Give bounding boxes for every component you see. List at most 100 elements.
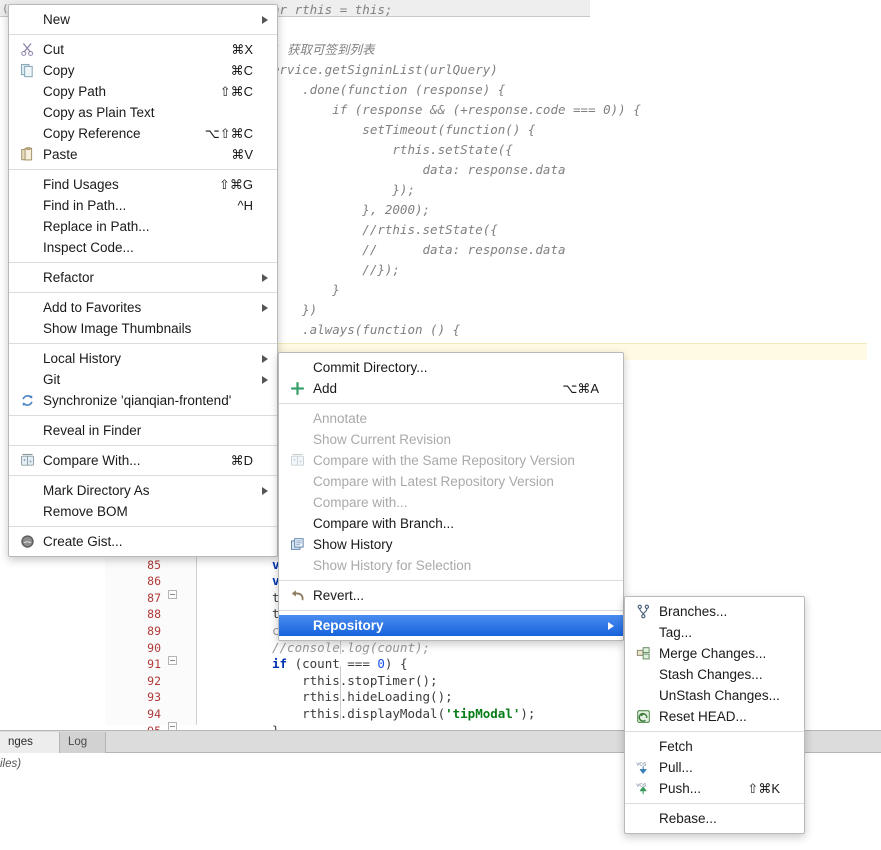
git-menu-item-show-history-for-selection: Show History for Selection (279, 555, 623, 576)
context-menu-item-label: Mark Directory As (43, 483, 150, 498)
git-menu-item-compare-with-branch[interactable]: Compare with Branch... (279, 513, 623, 534)
context-menu-item-shortcut: ⌘D (230, 453, 253, 468)
context-menu-item-label: Show Image Thumbnails (43, 321, 192, 336)
context-menu-item-label: Find Usages (43, 177, 119, 192)
git-menu-item-commit-directory[interactable]: Commit Directory... (279, 357, 623, 378)
git-menu-item-label: Compare with Latest Repository Version (313, 474, 554, 489)
git-menu-item-show-history[interactable]: Show History (279, 534, 623, 555)
git-submenu[interactable]: Commit Directory... Add ⌥⌘A Annotate Show Cu… (278, 352, 624, 641)
context-menu-item-paste[interactable]: Paste ⌘V (9, 144, 277, 165)
tool-window-tab-log[interactable]: Log (60, 732, 106, 753)
fold-toggle-icon[interactable] (168, 656, 177, 665)
paste-icon (19, 147, 35, 163)
context-menu-item-replace-in-path[interactable]: Replace in Path... (9, 216, 277, 237)
context-menu-item-label: Find in Path... (43, 198, 127, 213)
sync-icon (19, 393, 35, 409)
context-menu-item-add-to-favorites[interactable]: Add to Favorites (9, 297, 277, 318)
context-menu-item-create-gist[interactable]: Create Gist... (9, 531, 277, 552)
context-menu-item-label: Cut (43, 42, 65, 57)
git-menu-item-label: Show History for Selection (313, 558, 472, 573)
repository-menu-item-label: Tag... (659, 625, 693, 640)
repository-menu-item-push[interactable]: VCS Push... ⇧⌘K (625, 778, 804, 799)
context-menu-item-label: Reveal in Finder (43, 423, 142, 438)
git-menu-item-label: Compare with... (313, 495, 408, 510)
repository-menu-item-unstash-changes[interactable]: UnStash Changes... (625, 685, 804, 706)
line-number: 93 (147, 690, 161, 705)
repository-menu-item-merge-changes[interactable]: Merge Changes... (625, 643, 804, 664)
git-menu-item-label: Add (313, 381, 338, 396)
context-menu-item-show-image-thumbnails[interactable]: Show Image Thumbnails (9, 318, 277, 339)
context-menu-item-shortcut: ⌥⇧⌘C (204, 126, 253, 141)
repository-menu-item-label: Pull... (659, 760, 693, 775)
context-menu-item-remove-bom[interactable]: Remove BOM (9, 501, 277, 522)
repository-menu-item-fetch[interactable]: Fetch (625, 736, 804, 757)
context-menu-item-refactor[interactable]: Refactor (9, 267, 277, 288)
compare-icon (19, 453, 35, 469)
repository-menu-item-reset-head[interactable]: Reset HEAD... (625, 706, 804, 727)
line-number: 85 (147, 557, 161, 572)
git-menu-item-add[interactable]: Add ⌥⌘A (279, 378, 623, 399)
line-number-column: 84858687888990919293949596 (105, 540, 161, 756)
context-menu-item-find-in-path[interactable]: Find in Path... ^H (9, 195, 277, 216)
tool-window-status-text: iles) (0, 758, 22, 770)
git-menu-item-revert[interactable]: Revert... (279, 585, 623, 606)
git-menu-item-label: Repository (313, 618, 384, 633)
context-menu-item-mark-directory-as[interactable]: Mark Directory As (9, 480, 277, 501)
context-menu-item-git[interactable]: Git (9, 369, 277, 390)
context-menu-item-local-history[interactable]: Local History (9, 348, 277, 369)
git-menu-item-compare-with: Compare with... (279, 492, 623, 513)
repository-menu-item-rebase[interactable]: Rebase... (625, 808, 804, 829)
context-menu-separator (9, 415, 277, 416)
repository-menu-item-label: Stash Changes... (659, 667, 763, 682)
context-menu-item-label: Synchronize 'qianqian-frontend' (43, 393, 232, 408)
repository-menu-item-tag[interactable]: Tag... (625, 622, 804, 643)
fold-toggle-icon[interactable] (168, 590, 177, 599)
git-menu-item-repository[interactable]: Repository (279, 615, 623, 636)
context-menu-item-copy[interactable]: Copy ⌘C (9, 60, 277, 81)
context-menu-item-label: New (43, 12, 71, 27)
context-menu-separator (9, 475, 277, 476)
context-menu-item-compare-with[interactable]: Compare With... ⌘D (9, 450, 277, 471)
chevron-right-icon (262, 15, 268, 24)
git-menu-item-label: Compare with Branch... (313, 516, 455, 531)
context-menu[interactable]: New Cut ⌘X Copy ⌘C Copy Path ⇧⌘C Copy as Plain … (8, 4, 278, 557)
line-number: 90 (147, 640, 161, 655)
context-menu-item-synchronize-qianqian-frontend[interactable]: Synchronize 'qianqian-frontend' (9, 390, 277, 411)
git-menu-item-label: Show Current Revision (313, 432, 452, 447)
merge-icon (635, 646, 651, 662)
repository-menu-item-label: Merge Changes... (659, 646, 767, 661)
plus-icon (289, 381, 305, 397)
context-menu-item-find-usages[interactable]: Find Usages ⇧⌘G (9, 174, 277, 195)
context-menu-item-label: Create Gist... (43, 534, 123, 549)
repository-menu-separator (625, 731, 804, 732)
context-menu-item-inspect-code[interactable]: Inspect Code... (9, 237, 277, 258)
context-menu-item-copy-as-plain-text[interactable]: Copy as Plain Text (9, 102, 277, 123)
caret-line-edge (197, 343, 881, 344)
git-menu-item-shortcut: ⌥⌘A (562, 381, 599, 396)
context-menu-item-label: Inspect Code... (43, 240, 134, 255)
context-menu-separator (9, 343, 277, 344)
context-menu-item-label: Copy Path (43, 84, 107, 99)
repository-menu-item-label: Branches... (659, 604, 728, 619)
context-menu-item-shortcut: ⌘V (231, 147, 253, 162)
git-menu-item-compare-with-the-same-repository-version: Compare with the Same Repository Version (279, 450, 623, 471)
context-menu-item-label: Refactor (43, 270, 95, 285)
context-menu-item-label: Git (43, 372, 61, 387)
context-menu-item-cut[interactable]: Cut ⌘X (9, 39, 277, 60)
repository-menu-item-branches[interactable]: Branches... (625, 601, 804, 622)
line-number: 92 (147, 673, 161, 688)
tool-window-tab-nges[interactable]: nges (0, 732, 60, 753)
repository-submenu[interactable]: Branches... Tag... Merge Changes... Stash C… (624, 596, 805, 834)
vertical-scrollbar[interactable] (867, 17, 881, 729)
line-number: 86 (147, 574, 161, 589)
chevron-right-icon (262, 354, 268, 363)
repository-menu-item-stash-changes[interactable]: Stash Changes... (625, 664, 804, 685)
context-menu-item-reveal-in-finder[interactable]: Reveal in Finder (9, 420, 277, 441)
line-number: 89 (147, 623, 161, 638)
git-menu-separator (279, 610, 623, 611)
context-menu-item-copy-path[interactable]: Copy Path ⇧⌘C (9, 81, 277, 102)
context-menu-item-copy-reference[interactable]: Copy Reference ⌥⇧⌘C (9, 123, 277, 144)
context-menu-item-label: Compare With... (43, 453, 141, 468)
repository-menu-item-pull[interactable]: VCS Pull... (625, 757, 804, 778)
context-menu-item-new[interactable]: New (9, 9, 277, 30)
